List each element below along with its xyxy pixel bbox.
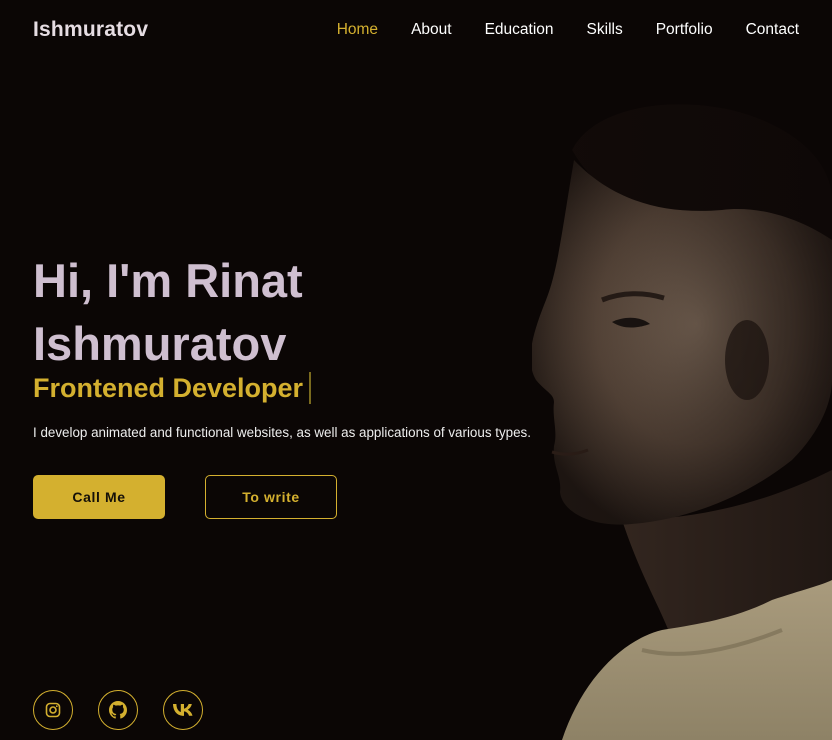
nav-item-contact[interactable]: Contact [746,21,799,39]
github-link[interactable] [98,690,138,730]
vk-link[interactable] [163,690,203,730]
typing-cursor [309,372,312,404]
hero-title-line2: Ishmuratov [33,317,287,370]
hero-subtitle: Frontened Developer [33,372,312,404]
nav-item-home[interactable]: Home [337,21,378,39]
hero-title-line1: Hi, I'm Rinat [33,254,303,307]
hero-subtitle-text: Frontened Developer [33,372,304,403]
hero-title: Hi, I'm Rinat Ishmuratov [33,249,393,375]
site-header: Ishmuratov Home About Education Skills P… [0,0,832,62]
nav-item-education[interactable]: Education [485,21,554,39]
github-icon [109,701,127,719]
social-links [33,690,203,730]
to-write-button[interactable]: To write [205,475,337,519]
instagram-icon [45,702,61,718]
vk-icon [173,704,193,716]
nav-item-about[interactable]: About [411,21,452,39]
main-nav: Home About Education Skills Portfolio Co… [337,21,799,39]
hero-description: I develop animated and functional websit… [33,425,531,440]
site-logo[interactable]: Ishmuratov [33,18,148,42]
page: Ishmuratov Home About Education Skills P… [0,0,832,740]
nav-item-portfolio[interactable]: Portfolio [656,21,713,39]
portrait-image [532,0,832,740]
nav-item-skills[interactable]: Skills [587,21,623,39]
call-me-button[interactable]: Call Me [33,475,165,519]
instagram-link[interactable] [33,690,73,730]
